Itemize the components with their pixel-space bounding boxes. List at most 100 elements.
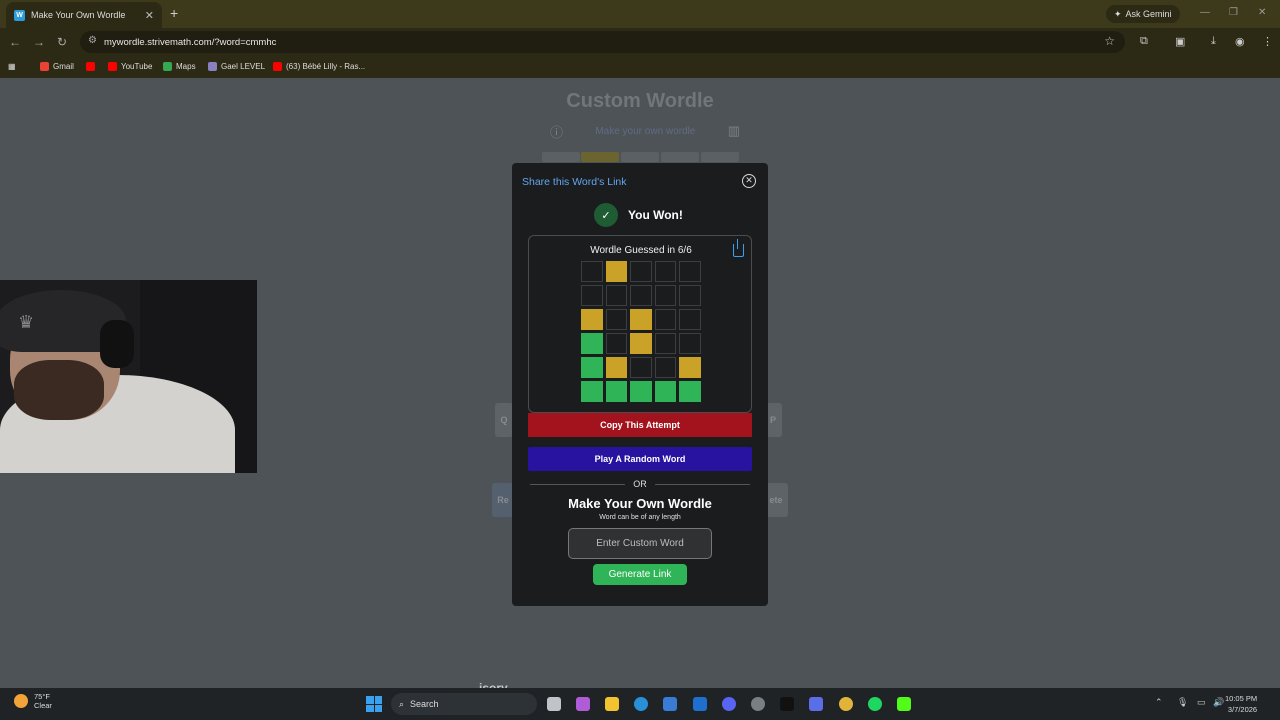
store-icon[interactable]: [663, 697, 677, 711]
ask-gemini-label: Ask Gemini: [1125, 9, 1172, 19]
bookmark-youtube[interactable]: YouTube: [108, 62, 152, 71]
guess-row: [581, 333, 703, 354]
spotify-icon[interactable]: [868, 697, 882, 711]
guess-row: [581, 309, 703, 330]
checkmark-icon: ✓: [594, 203, 618, 227]
edge-icon[interactable]: [634, 697, 648, 711]
tiktok-icon[interactable]: [780, 697, 794, 711]
tile-correct: [581, 333, 603, 354]
back-icon[interactable]: ←: [9, 35, 21, 49]
ask-gemini-button[interactable]: ✦ Ask Gemini: [1106, 5, 1180, 23]
bookmark-maps[interactable]: Maps: [163, 62, 196, 71]
guess-row: [581, 381, 703, 402]
tile-absent: [581, 285, 603, 306]
tile-absent: [654, 309, 676, 330]
gmail-icon: [40, 62, 49, 71]
tile-absent: [679, 261, 701, 282]
won-row: ✓ You Won!: [594, 203, 683, 227]
close-tab-icon[interactable]: ✕: [145, 9, 154, 22]
generate-link-button[interactable]: Generate Link: [593, 564, 687, 585]
app-icon[interactable]: [751, 697, 765, 711]
copy-attempt-button[interactable]: Copy This Attempt: [528, 413, 752, 437]
taskbar-search[interactable]: ⌕ Search: [391, 693, 537, 715]
page-subline: ⓘ Make your own wordle ▥: [550, 122, 740, 140]
sidebar-icon[interactable]: ▣: [1175, 35, 1185, 48]
task-view-icon[interactable]: [547, 697, 561, 711]
reload-icon[interactable]: ↻: [57, 35, 67, 49]
tile-present: [630, 333, 652, 354]
outlook-icon[interactable]: [693, 697, 707, 711]
search-label: Search: [410, 699, 439, 709]
profile-avatar-icon[interactable]: ◉: [1235, 35, 1245, 48]
browser-toolbar: ← → ↻ ⚙ mywordle.strivemath.com/?word=cm…: [0, 28, 1280, 56]
board-tile: [581, 152, 619, 162]
tile-absent: [654, 261, 676, 282]
tile-absent: [605, 333, 627, 354]
result-card: Wordle Guessed in 6/6: [528, 235, 752, 413]
bookmarks-bar: ▦ Gmail YouTube Maps Gael LEVEL (63) Béb…: [0, 56, 1280, 78]
download-icon[interactable]: ⤓: [1211, 35, 1216, 48]
tile-absent: [679, 309, 701, 330]
bookmark-gmail[interactable]: Gmail: [40, 62, 74, 71]
guess-grid: [581, 261, 703, 405]
page-subtitle: Make your own wordle: [595, 125, 696, 137]
play-random-button[interactable]: Play A Random Word: [528, 447, 752, 471]
tile-correct: [630, 381, 652, 402]
guess-row: [581, 285, 703, 306]
file-explorer-icon[interactable]: [605, 697, 619, 711]
new-tab-icon[interactable]: +: [170, 5, 178, 21]
apps-grid-icon[interactable]: ▦: [8, 62, 16, 71]
close-modal-icon[interactable]: ✕: [742, 174, 756, 188]
temperature: 75°F: [34, 692, 50, 701]
board-tile: [701, 152, 739, 162]
minimize-icon[interactable]: —: [1200, 7, 1210, 18]
forward-icon[interactable]: →: [33, 35, 45, 49]
discord-icon[interactable]: [722, 697, 736, 711]
tile-absent: [654, 357, 676, 378]
tile-absent: [654, 285, 676, 306]
weather-widget[interactable]: 75°F Clear: [14, 692, 52, 710]
guess-row: [581, 261, 703, 282]
app-icon[interactable]: [809, 697, 823, 711]
network-icon[interactable]: ▭: [1197, 697, 1206, 708]
key-q[interactable]: Q: [495, 403, 513, 437]
share-icon[interactable]: [733, 239, 744, 257]
extensions-icon[interactable]: ⧉: [1140, 35, 1148, 48]
restore-icon[interactable]: ❐: [1229, 7, 1238, 18]
bookmark-youtube-icon-only[interactable]: [86, 62, 95, 71]
copilot-icon[interactable]: [576, 697, 590, 711]
tile-correct: [679, 381, 701, 402]
window-close-icon[interactable]: ✕: [1258, 7, 1266, 18]
tile-absent: [654, 333, 676, 354]
browser-tab[interactable]: W Make Your Own Wordle ✕: [6, 2, 162, 28]
tile-present: [630, 309, 652, 330]
tray-chevron-icon[interactable]: ⌃: [1155, 697, 1163, 708]
custom-word-input[interactable]: [568, 528, 712, 559]
stats-icon[interactable]: ▥: [728, 123, 740, 139]
volume-icon[interactable]: 🔊: [1213, 697, 1224, 708]
info-icon[interactable]: ⓘ: [550, 122, 563, 141]
bookmark-label: (63) Bébé Lilly - Ras...: [286, 62, 366, 71]
windows-taskbar: 75°F Clear ⌕ Search ⌃ 🎙 ▭ 🔊 10:05 PM 3/7…: [0, 688, 1280, 720]
microphone-icon[interactable]: 🎙: [1177, 697, 1188, 708]
webcam-beard: [14, 360, 104, 420]
reset-key[interactable]: Re: [492, 483, 514, 517]
tile-correct: [654, 381, 676, 402]
bookmark-star-icon[interactable]: ☆: [1104, 34, 1115, 48]
youtube-icon: [108, 62, 117, 71]
bookmark-label: Maps: [176, 62, 196, 71]
menu-kebab-icon[interactable]: ⋮: [1262, 35, 1273, 48]
site-info-icon[interactable]: ⚙: [88, 35, 97, 46]
bookmark-bebe-lilly[interactable]: (63) Bébé Lilly - Ras...: [273, 62, 365, 71]
bookmark-gael-level[interactable]: Gael LEVEL: [208, 62, 265, 71]
windows-start-icon[interactable]: [366, 696, 382, 712]
own-wordle-title: Make Your Own Wordle: [568, 496, 712, 511]
kick-icon[interactable]: [897, 697, 911, 711]
youtube-icon: [273, 62, 282, 71]
crown-logo-icon: ♛: [18, 312, 35, 332]
chrome-icon[interactable]: [839, 697, 853, 711]
address-bar[interactable]: ⚙ mywordle.strivemath.com/?word=cmmhc ☆: [80, 31, 1125, 53]
weather-text: 75°F Clear: [34, 692, 52, 710]
system-clock[interactable]: 10:05 PM 3/7/2026: [1225, 693, 1257, 715]
tile-correct: [605, 381, 627, 402]
